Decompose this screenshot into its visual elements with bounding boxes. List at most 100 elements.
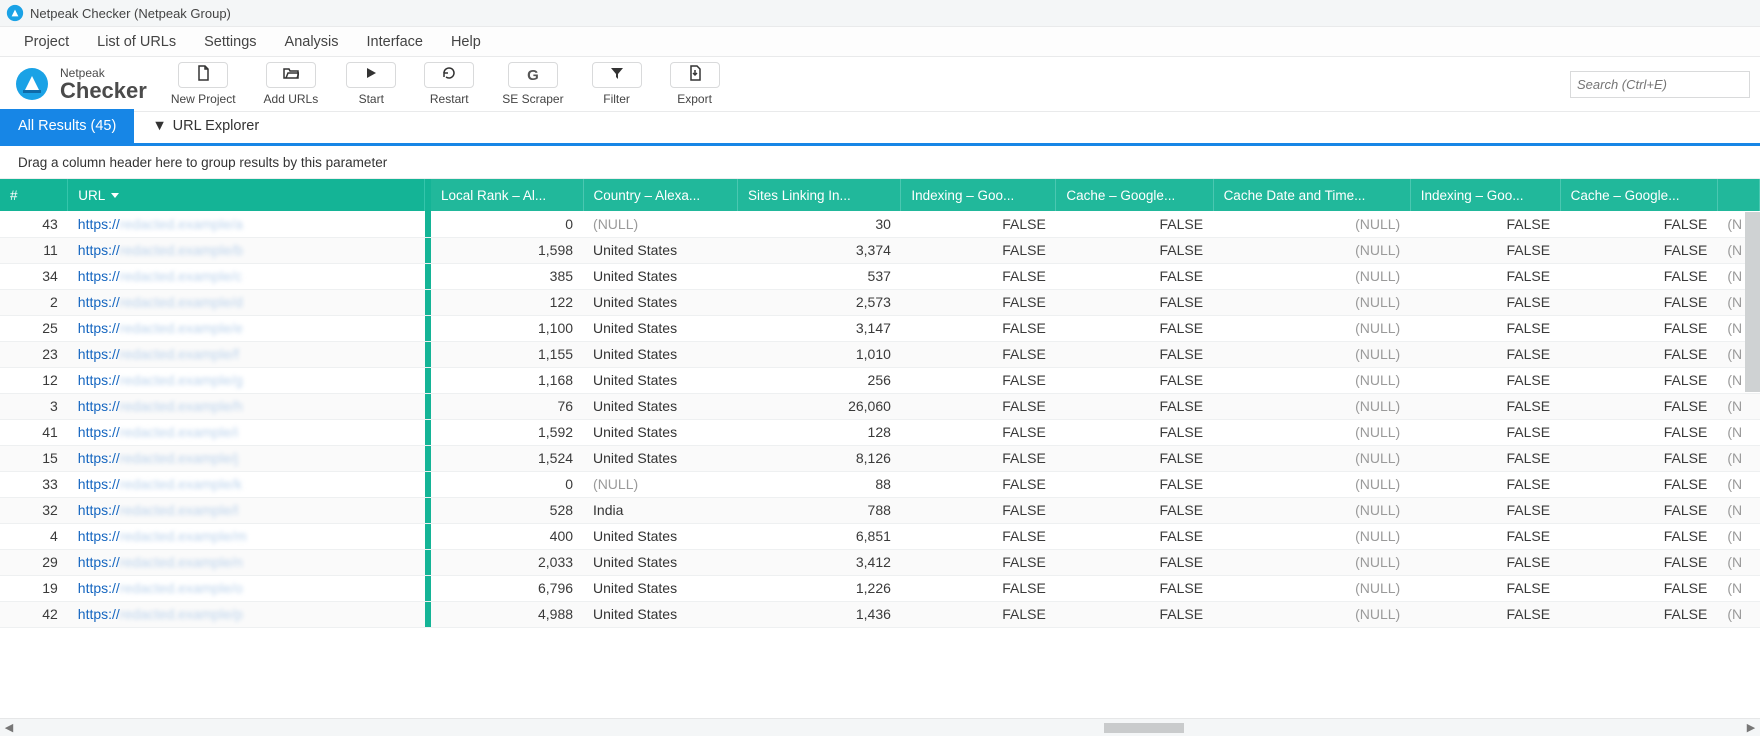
table-cell: https://redacted.example/n	[68, 549, 425, 575]
table-row[interactable]: 12https://redacted.example/g1,168United …	[0, 367, 1760, 393]
table-cell: FALSE	[1560, 211, 1717, 237]
table-cell: https://redacted.example/d	[68, 289, 425, 315]
toolbar-label: Start	[359, 92, 384, 106]
col-cache-1[interactable]: Cache – Google...	[1056, 179, 1213, 211]
toolbar-restart[interactable]: Restart	[424, 62, 474, 106]
table-row[interactable]: 23https://redacted.example/f1,155United …	[0, 341, 1760, 367]
table-cell: https://redacted.example/h	[68, 393, 425, 419]
table-cell: FALSE	[1560, 237, 1717, 263]
table-row[interactable]: 43https://redacted.example/a0(NULL)30FAL…	[0, 211, 1760, 237]
table-cell: FALSE	[901, 497, 1056, 523]
table-cell: FALSE	[901, 471, 1056, 497]
col-indexing-1[interactable]: Indexing – Goo...	[901, 179, 1056, 211]
table-row[interactable]: 4https://redacted.example/m400United Sta…	[0, 523, 1760, 549]
table-cell: United States	[583, 263, 737, 289]
table-cell: (N	[1717, 575, 1759, 601]
col-local-rank[interactable]: Local Rank – Al...	[431, 179, 583, 211]
group-by-strip[interactable]: Drag a column header here to group resul…	[0, 146, 1760, 179]
scroll-right-arrow-icon[interactable]: ▶	[1742, 721, 1760, 734]
table-cell: https://redacted.example/l	[68, 497, 425, 523]
table-cell: (N	[1717, 445, 1759, 471]
toolbar-label: New Project	[171, 92, 236, 106]
table-row[interactable]: 3https://redacted.example/h76United Stat…	[0, 393, 1760, 419]
table-cell: 1,226	[737, 575, 900, 601]
scroll-track[interactable]	[18, 723, 1742, 733]
toolbar-filter[interactable]: Filter	[592, 62, 642, 106]
window-title: Netpeak Checker (Netpeak Group)	[30, 6, 231, 21]
toolbar-start[interactable]: Start	[346, 62, 396, 106]
col-country[interactable]: Country – Alexa...	[583, 179, 737, 211]
table-cell: (NULL)	[1213, 289, 1410, 315]
table-cell: https://redacted.example/c	[68, 263, 425, 289]
menu-interface[interactable]: Interface	[353, 30, 437, 54]
table-row[interactable]: 2https://redacted.example/d122United Sta…	[0, 289, 1760, 315]
col-cache-2[interactable]: Cache – Google...	[1560, 179, 1717, 211]
table-row[interactable]: 29https://redacted.example/n2,033United …	[0, 549, 1760, 575]
brand: Netpeak Checker	[14, 66, 147, 102]
table-cell: FALSE	[1410, 263, 1560, 289]
menu-analysis[interactable]: Analysis	[271, 30, 353, 54]
table-cell: 25	[0, 315, 68, 341]
table-cell: https://redacted.example/k	[68, 471, 425, 497]
table-cell: 88	[737, 471, 900, 497]
table-cell: (NULL)	[583, 471, 737, 497]
col-sites-in[interactable]: Sites Linking In...	[737, 179, 900, 211]
table-cell: (NULL)	[1213, 601, 1410, 627]
toolbar-add-urls[interactable]: Add URLs	[264, 62, 319, 106]
col-url[interactable]: URL	[68, 179, 425, 211]
table-row[interactable]: 33https://redacted.example/k0(NULL)88FAL…	[0, 471, 1760, 497]
table-cell: FALSE	[1410, 315, 1560, 341]
col-idx[interactable]: #	[0, 179, 68, 211]
table-cell: 26,060	[737, 393, 900, 419]
search-input[interactable]	[1577, 77, 1743, 92]
menu-list-urls[interactable]: List of URLs	[83, 30, 190, 54]
col-cache-date[interactable]: Cache Date and Time...	[1213, 179, 1410, 211]
table-cell: 0	[431, 211, 583, 237]
table-cell: United States	[583, 341, 737, 367]
table-cell: (NULL)	[1213, 523, 1410, 549]
table-row[interactable]: 25https://redacted.example/e1,100United …	[0, 315, 1760, 341]
table-cell: (NULL)	[1213, 367, 1410, 393]
scroll-thumb[interactable]	[1104, 723, 1184, 733]
tab-url-explorer[interactable]: ▼ URL Explorer	[134, 109, 277, 143]
menu-project[interactable]: Project	[10, 30, 83, 54]
table-cell: 42	[0, 601, 68, 627]
table-row[interactable]: 32https://redacted.example/l528India788F…	[0, 497, 1760, 523]
horizontal-scrollbar[interactable]: ◀ ▶	[0, 718, 1760, 736]
vertical-scrollbar[interactable]	[1745, 212, 1760, 392]
search-box[interactable]	[1570, 71, 1750, 98]
refresh-icon	[441, 65, 457, 85]
table-cell: 1,524	[431, 445, 583, 471]
table-row[interactable]: 11https://redacted.example/b1,598United …	[0, 237, 1760, 263]
table-cell: 15	[0, 445, 68, 471]
table-cell: 6,796	[431, 575, 583, 601]
tab-all-results[interactable]: All Results (45)	[0, 109, 134, 143]
toolbar-new-project[interactable]: New Project	[171, 62, 236, 106]
table-cell: (NULL)	[1213, 315, 1410, 341]
brand-logo-icon	[14, 66, 50, 102]
table-row[interactable]: 42https://redacted.example/p4,988United …	[0, 601, 1760, 627]
table-row[interactable]: 15https://redacted.example/j1,524United …	[0, 445, 1760, 471]
table-cell: FALSE	[1056, 289, 1213, 315]
table-cell: 2	[0, 289, 68, 315]
table-cell: 76	[431, 393, 583, 419]
scroll-left-arrow-icon[interactable]: ◀	[0, 721, 18, 734]
table-row[interactable]: 19https://redacted.example/o6,796United …	[0, 575, 1760, 601]
col-indexing-2[interactable]: Indexing – Goo...	[1410, 179, 1560, 211]
table-cell: FALSE	[1410, 497, 1560, 523]
toolbar-se-scraper[interactable]: G SE Scraper	[502, 62, 563, 106]
funnel-icon: ▼	[152, 118, 166, 134]
col-overflow[interactable]	[1717, 179, 1759, 211]
table-cell: FALSE	[1560, 471, 1717, 497]
menu-help[interactable]: Help	[437, 30, 495, 54]
toolbar-export[interactable]: Export	[670, 62, 720, 106]
table-row[interactable]: 34https://redacted.example/c385United St…	[0, 263, 1760, 289]
menu-settings[interactable]: Settings	[190, 30, 270, 54]
tabs-row: All Results (45) ▼ URL Explorer	[0, 112, 1760, 146]
table-cell: 34	[0, 263, 68, 289]
table-cell: United States	[583, 445, 737, 471]
table-cell: FALSE	[1410, 549, 1560, 575]
table-cell: (NULL)	[1213, 211, 1410, 237]
table-row[interactable]: 41https://redacted.example/i1,592United …	[0, 419, 1760, 445]
table-cell: 11	[0, 237, 68, 263]
